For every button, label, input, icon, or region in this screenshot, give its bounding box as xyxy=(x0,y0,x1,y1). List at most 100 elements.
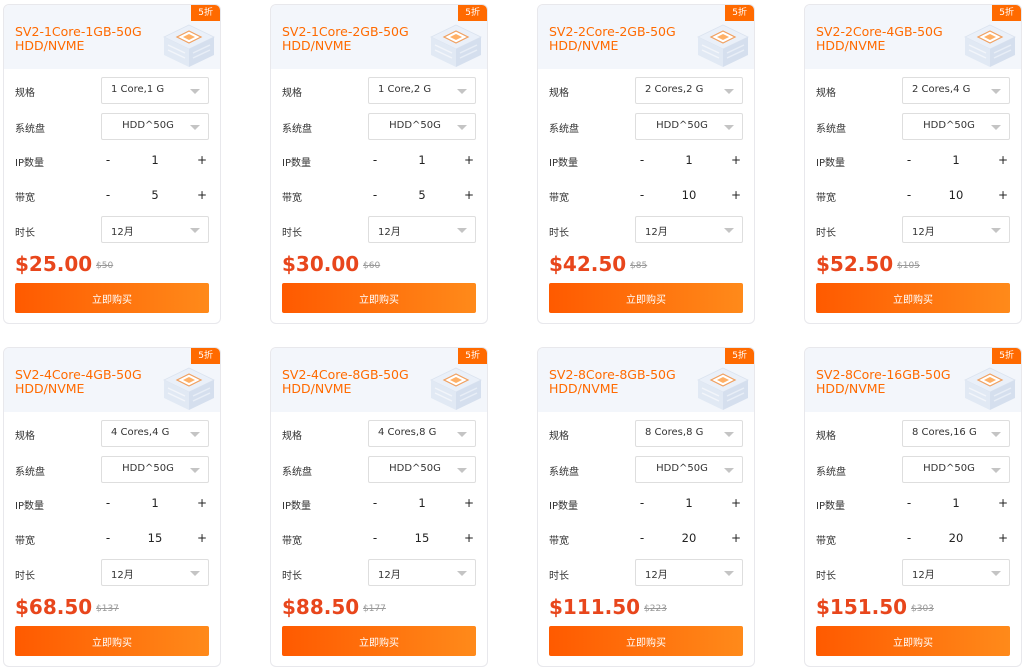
ip-increment-button[interactable]: + xyxy=(996,150,1010,170)
buy-now-button[interactable]: 立即购买 xyxy=(816,283,1010,313)
spec-select[interactable]: 4 Cores,4 G xyxy=(101,420,209,447)
bandwidth-increment-button[interactable]: + xyxy=(195,528,209,548)
disk-select[interactable]: HDD^50G xyxy=(101,113,209,140)
ip-increment-button[interactable]: + xyxy=(462,150,476,170)
chevron-down-icon xyxy=(991,571,1001,576)
disk-select[interactable]: HDD^50G xyxy=(368,113,476,140)
bandwidth-increment-button[interactable]: + xyxy=(195,185,209,205)
bandwidth-decrement-button[interactable]: - xyxy=(902,528,916,548)
ip-decrement-button[interactable]: - xyxy=(902,493,916,513)
disk-select[interactable]: HDD^50G xyxy=(368,456,476,483)
bandwidth-value[interactable]: 5 xyxy=(388,185,456,205)
ip-value[interactable]: 1 xyxy=(121,493,189,513)
bandwidth-stepper: - 15 + xyxy=(368,528,476,548)
bandwidth-value[interactable]: 10 xyxy=(922,185,990,205)
duration-label: 时长 xyxy=(549,571,569,582)
disk-select[interactable]: HDD^50G xyxy=(635,113,743,140)
bandwidth-decrement-button[interactable]: - xyxy=(635,185,649,205)
buy-now-button[interactable]: 立即购买 xyxy=(816,626,1010,656)
bandwidth-increment-button[interactable]: + xyxy=(729,528,743,548)
original-price: $177 xyxy=(363,604,386,614)
spec-label: 规格 xyxy=(15,431,35,442)
buy-now-button[interactable]: 立即购买 xyxy=(15,283,209,313)
duration-select[interactable]: 12月 xyxy=(902,216,1010,243)
plan-title: SV2-8Core-8GB-50G HDD/NVME xyxy=(549,367,676,396)
bandwidth-decrement-button[interactable]: - xyxy=(368,528,382,548)
ip-increment-button[interactable]: + xyxy=(729,493,743,513)
bandwidth-value[interactable]: 15 xyxy=(388,528,456,548)
disk-select[interactable]: HDD^50G xyxy=(902,113,1010,140)
ip-decrement-button[interactable]: - xyxy=(635,493,649,513)
bandwidth-decrement-button[interactable]: - xyxy=(101,528,115,548)
buy-now-button[interactable]: 立即购买 xyxy=(549,626,743,656)
spec-select[interactable]: 2 Cores,2 G xyxy=(635,77,743,104)
spec-select[interactable]: 8 Cores,8 G xyxy=(635,420,743,447)
ip-increment-button[interactable]: + xyxy=(996,493,1010,513)
ip-value[interactable]: 1 xyxy=(655,150,723,170)
duration-select[interactable]: 12月 xyxy=(635,559,743,586)
duration-select[interactable]: 12月 xyxy=(101,216,209,243)
bandwidth-increment-button[interactable]: + xyxy=(996,528,1010,548)
bandwidth-decrement-button[interactable]: - xyxy=(635,528,649,548)
spec-select[interactable]: 8 Cores,16 G xyxy=(902,420,1010,447)
plan-title: SV2-1Core-2GB-50G HDD/NVME xyxy=(282,24,409,53)
ip-decrement-button[interactable]: - xyxy=(368,150,382,170)
price: $151.50 xyxy=(816,595,908,619)
duration-select[interactable]: 12月 xyxy=(635,216,743,243)
duration-select[interactable]: 12月 xyxy=(368,559,476,586)
ip-decrement-button[interactable]: - xyxy=(902,150,916,170)
spec-select[interactable]: 1 Core,1 G xyxy=(101,77,209,104)
bandwidth-decrement-button[interactable]: - xyxy=(101,185,115,205)
duration-select[interactable]: 12月 xyxy=(902,559,1010,586)
duration-select[interactable]: 12月 xyxy=(101,559,209,586)
ip-value[interactable]: 1 xyxy=(922,150,990,170)
plan-card: SV2-1Core-1GB-50G HDD/NVME 5折 规格 1 Core,… xyxy=(3,4,221,324)
bandwidth-decrement-button[interactable]: - xyxy=(902,185,916,205)
ip-decrement-button[interactable]: - xyxy=(635,150,649,170)
ip-increment-button[interactable]: + xyxy=(195,150,209,170)
ip-increment-button[interactable]: + xyxy=(195,493,209,513)
ip-decrement-button[interactable]: - xyxy=(101,493,115,513)
ip-decrement-button[interactable]: - xyxy=(101,150,115,170)
ip-value[interactable]: 1 xyxy=(121,150,189,170)
spec-select[interactable]: 2 Cores,4 G xyxy=(902,77,1010,104)
disk-select[interactable]: HDD^50G xyxy=(902,456,1010,483)
card-header: SV2-2Core-2GB-50G HDD/NVME 5折 xyxy=(538,5,754,69)
bandwidth-value[interactable]: 20 xyxy=(655,528,723,548)
server-cube-icon xyxy=(430,367,482,410)
ip-value[interactable]: 1 xyxy=(388,150,456,170)
ip-value[interactable]: 1 xyxy=(922,493,990,513)
buy-now-button[interactable]: 立即购买 xyxy=(549,283,743,313)
bandwidth-increment-button[interactable]: + xyxy=(729,185,743,205)
disk-select[interactable]: HDD^50G xyxy=(101,456,209,483)
ip-label: IP数量 xyxy=(282,158,311,169)
buy-now-button[interactable]: 立即购买 xyxy=(282,283,476,313)
spec-label: 规格 xyxy=(282,431,302,442)
bandwidth-value[interactable]: 15 xyxy=(121,528,189,548)
buy-now-button[interactable]: 立即购买 xyxy=(282,626,476,656)
ip-decrement-button[interactable]: - xyxy=(368,493,382,513)
bandwidth-increment-button[interactable]: + xyxy=(462,528,476,548)
duration-select[interactable]: 12月 xyxy=(368,216,476,243)
ip-increment-button[interactable]: + xyxy=(462,493,476,513)
bandwidth-value[interactable]: 5 xyxy=(121,185,189,205)
disk-label: 系统盘 xyxy=(816,124,846,135)
plan-title: SV2-2Core-4GB-50G HDD/NVME xyxy=(816,24,943,53)
price: $68.50 xyxy=(15,595,93,619)
spec-select[interactable]: 1 Core,2 G xyxy=(368,77,476,104)
bandwidth-value[interactable]: 20 xyxy=(922,528,990,548)
buy-now-button[interactable]: 立即购买 xyxy=(15,626,209,656)
ip-value[interactable]: 1 xyxy=(655,493,723,513)
bandwidth-increment-button[interactable]: + xyxy=(996,185,1010,205)
price: $52.50 xyxy=(816,252,894,276)
spec-select[interactable]: 4 Cores,8 G xyxy=(368,420,476,447)
ip-value[interactable]: 1 xyxy=(388,493,456,513)
bandwidth-increment-button[interactable]: + xyxy=(462,185,476,205)
disk-select[interactable]: HDD^50G xyxy=(635,456,743,483)
ip-increment-button[interactable]: + xyxy=(729,150,743,170)
ip-label: IP数量 xyxy=(282,501,311,512)
duration-label: 时长 xyxy=(816,571,836,582)
bandwidth-value[interactable]: 10 xyxy=(655,185,723,205)
bandwidth-decrement-button[interactable]: - xyxy=(368,185,382,205)
card-header: SV2-8Core-16GB-50G HDD/NVME 5折 xyxy=(805,348,1021,412)
